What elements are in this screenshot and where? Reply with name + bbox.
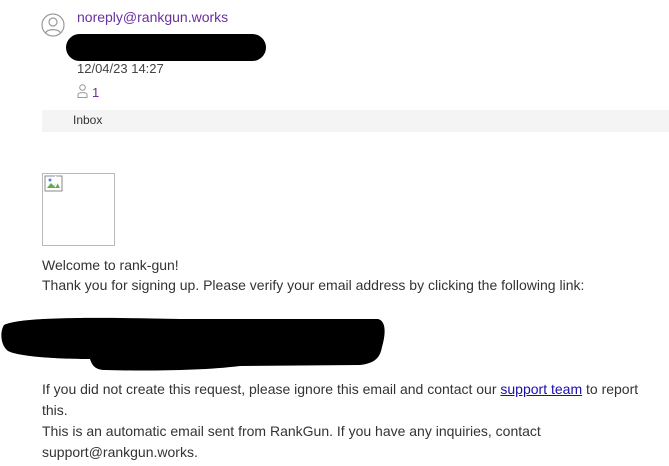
recipients-button[interactable]: 1 xyxy=(77,84,99,101)
person-circle-icon xyxy=(41,13,65,37)
ignore-paragraph: If you did not create this request, plea… xyxy=(42,379,662,421)
automatic-notice: This is an automatic email sent from Ran… xyxy=(42,423,541,460)
support-team-link[interactable]: support team xyxy=(500,381,582,397)
recipient-count: 1 xyxy=(92,85,100,100)
message-date: 12/04/23 14:27 xyxy=(77,61,164,76)
sender-email[interactable]: noreply@rankgun.works xyxy=(77,9,228,25)
folder-label[interactable]: Inbox xyxy=(73,113,102,127)
email-viewer: noreply@rankgun.works 12/04/23 14:27 1 I… xyxy=(0,0,669,466)
person-icon xyxy=(77,84,88,101)
verify-text: Thank you for signing up. Please verify … xyxy=(42,277,585,293)
folder-bar: Inbox xyxy=(42,110,669,132)
ignore-text-start: If you did not create this request, plea… xyxy=(42,381,501,397)
broken-image xyxy=(42,173,115,246)
redacted-subject xyxy=(66,34,266,61)
welcome-text: Welcome to rank-gun! xyxy=(42,257,179,273)
broken-image-icon xyxy=(44,175,63,192)
redacted-verification-link xyxy=(1,317,385,371)
